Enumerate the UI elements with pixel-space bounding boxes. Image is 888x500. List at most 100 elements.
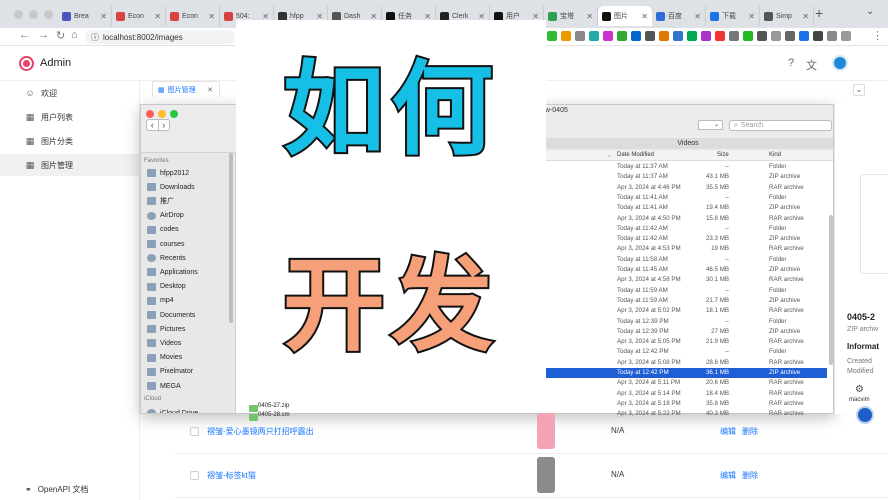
finder-row[interactable]: Today at 11:41 AM -- Folder	[541, 193, 827, 203]
extension-icon[interactable]	[771, 31, 781, 41]
finder-row[interactable]: Apr 3, 2024 at 5:02 PM 18.1 MB RAR archive	[541, 306, 827, 316]
col-date-modified[interactable]: Date Modified	[617, 152, 654, 158]
extension-icon[interactable]	[617, 31, 627, 41]
browser-tab[interactable]: Econ ✕	[166, 6, 220, 26]
browser-menu-icon[interactable]: ⋮	[872, 29, 883, 42]
finder-row[interactable]: Today at 11:58 AM -- Folder	[541, 255, 827, 265]
translate-icon[interactable]: 文	[806, 57, 817, 73]
finder-sidebar-item[interactable]: Desktop	[147, 280, 186, 294]
finder-row[interactable]: Today at 12:42 PM -- Folder	[541, 347, 827, 357]
browser-tab[interactable]: 百度 ✕	[652, 6, 706, 26]
tab-search-chevron-icon[interactable]: ⌄	[866, 6, 874, 17]
finder-minimize-dot[interactable]	[158, 110, 166, 118]
finder-row[interactable]: Today at 11:37 AM 43.1 MB ZIP archive	[541, 172, 827, 182]
sidebar-item[interactable]: ▦ 图片分类	[0, 130, 140, 152]
extension-icon[interactable]	[827, 31, 837, 41]
extension-icon[interactable]	[575, 31, 585, 41]
extension-icon[interactable]	[813, 31, 823, 41]
finder-row[interactable]: Apr 3, 2024 at 5:18 PM 35.8 MB RAR archive	[541, 399, 827, 409]
extension-icon[interactable]	[561, 31, 571, 41]
finder-row[interactable]: Apr 3, 2024 at 4:53 PM 19 MB RAR archive	[541, 244, 827, 254]
extension-icon[interactable]	[687, 31, 697, 41]
finder-sidebar-item[interactable]: Applications	[147, 265, 198, 279]
home-icon[interactable]: ⌂	[71, 29, 78, 41]
delete-link[interactable]: 删除	[742, 426, 758, 437]
tab-close-icon[interactable]: ✕	[641, 12, 648, 21]
finder-search-field[interactable]: ⌕ Search	[729, 120, 832, 131]
extension-icon[interactable]	[743, 31, 753, 41]
browser-tab[interactable]: 下载 ✕	[706, 6, 760, 26]
browser-tab[interactable]: Brea ✕	[58, 6, 112, 26]
row-checkbox[interactable]	[190, 471, 199, 480]
browser-tab[interactable]: Econ ✕	[112, 6, 166, 26]
gear-icon[interactable]: ⚙	[855, 384, 864, 395]
extension-icon[interactable]	[841, 31, 851, 41]
finder-row[interactable]: Apr 3, 2024 at 4:50 PM 15.8 MB RAR archive	[541, 214, 827, 224]
help-circle-icon[interactable]: ?	[788, 57, 794, 69]
finder-row[interactable]: Today at 12:39 PM -- Folder	[541, 317, 827, 327]
close-tab-icon[interactable]: ✕	[207, 86, 213, 94]
col-kind[interactable]: Kind	[769, 152, 781, 158]
finder-zoom-dot[interactable]	[170, 110, 178, 118]
page-tab-images[interactable]: ▦ 图片管理 ✕	[152, 81, 220, 97]
finder-row[interactable]: Apr 3, 2024 at 4:58 PM 30.1 MB RAR archive	[541, 275, 827, 285]
image-name-link[interactable]: 褶皱-标签kt猫	[207, 470, 256, 481]
finder-sidebar-item[interactable]: courses	[147, 237, 185, 251]
finder-sidebar-item[interactable]: mp4	[147, 294, 174, 308]
extension-icon[interactable]	[673, 31, 683, 41]
finder-sidebar-item[interactable]: 推广	[147, 194, 174, 208]
finder-row[interactable]: Apr 3, 2024 at 5:14 PM 18.4 MB RAR archive	[541, 389, 827, 399]
finder-row-name[interactable]: 0405-27.zip	[258, 403, 289, 409]
openapi-docs-link[interactable]: ⚭ OpenAPI 文档	[25, 484, 88, 495]
extension-icon[interactable]	[799, 31, 809, 41]
sidebar-item[interactable]: ☺ 欢迎	[0, 82, 140, 104]
window-minimize-dot[interactable]	[29, 10, 38, 19]
finder-sidebar-item[interactable]: MEGA	[147, 379, 181, 393]
finder-sidebar-item[interactable]: Documents	[147, 308, 195, 322]
extension-icon[interactable]	[715, 31, 725, 41]
finder-list-scrollbar[interactable]	[829, 215, 833, 365]
tab-close-icon[interactable]: ✕	[694, 12, 701, 21]
tab-close-icon[interactable]: ✕	[208, 12, 215, 21]
sidebar-item[interactable]: ▦ 图片管理	[0, 154, 140, 176]
row-checkbox[interactable]	[190, 427, 199, 436]
extension-icon[interactable]	[589, 31, 599, 41]
finder-back-icon[interactable]: ‹	[147, 120, 158, 130]
extension-icon[interactable]	[757, 31, 767, 41]
browser-tab[interactable]: 图片 ✕	[598, 6, 652, 26]
finder-row[interactable]: Today at 11:37 AM -- Folder	[541, 162, 827, 172]
finder-sidebar-item[interactable]: Recents	[147, 251, 186, 265]
extension-icon[interactable]	[631, 31, 641, 41]
delete-link[interactable]: 删除	[742, 470, 758, 481]
reload-icon[interactable]: ↻	[56, 29, 65, 42]
image-name-link[interactable]: 褶皱-爱心墨镜两只打招呼露出	[207, 426, 314, 437]
finder-row[interactable]: Today at 12:39 PM 27 MB ZIP archive	[541, 327, 827, 337]
extension-icon[interactable]	[645, 31, 655, 41]
finder-sidebar-item[interactable]: Movies	[147, 351, 182, 365]
tab-close-icon[interactable]: ✕	[154, 12, 161, 21]
finder-sidebar-item[interactable]: Pixelmator	[147, 365, 193, 379]
finder-row[interactable]: Today at 11:59 AM 21.7 MB ZIP archive	[541, 296, 827, 306]
extension-icon[interactable]	[547, 31, 557, 41]
finder-tab-videos[interactable]: Videos	[543, 138, 833, 149]
new-tab-icon[interactable]: +	[815, 5, 823, 21]
finder-sidebar-item[interactable]: codes	[147, 223, 179, 237]
finder-row[interactable]: Apr 3, 2024 at 4:46 PM 35.5 MB RAR archive	[541, 183, 827, 193]
finder-sidebar-item[interactable]: Videos	[147, 336, 181, 350]
window-close-dot[interactable]	[14, 10, 23, 19]
finder-row[interactable]: Today at 11:41 AM 19.4 MB ZIP archive	[541, 203, 827, 213]
finder-sidebar-item[interactable]: Pictures	[147, 322, 185, 336]
finder-view-options[interactable]: ⌄	[698, 120, 723, 130]
extension-icon[interactable]	[729, 31, 739, 41]
finder-row[interactable]: Today at 11:42 AM -- Folder	[541, 224, 827, 234]
browser-tab[interactable]: Simp ✕	[760, 6, 814, 26]
finder-forward-icon[interactable]: ›	[157, 120, 170, 130]
finder-row[interactable]: Today at 12:42 PM 36.1 MB ZIP archive	[541, 368, 827, 379]
edit-link[interactable]: 编辑	[720, 470, 736, 481]
window-zoom-dot[interactable]	[44, 10, 53, 19]
finder-row[interactable]: Today at 11:45 AM 46.5 MB ZIP archive	[541, 265, 827, 275]
info-icon[interactable]: ⓘ	[91, 32, 99, 43]
extension-icon[interactable]	[785, 31, 795, 41]
avatar[interactable]	[832, 55, 848, 71]
finder-row[interactable]: Today at 11:59 AM -- Folder	[541, 286, 827, 296]
